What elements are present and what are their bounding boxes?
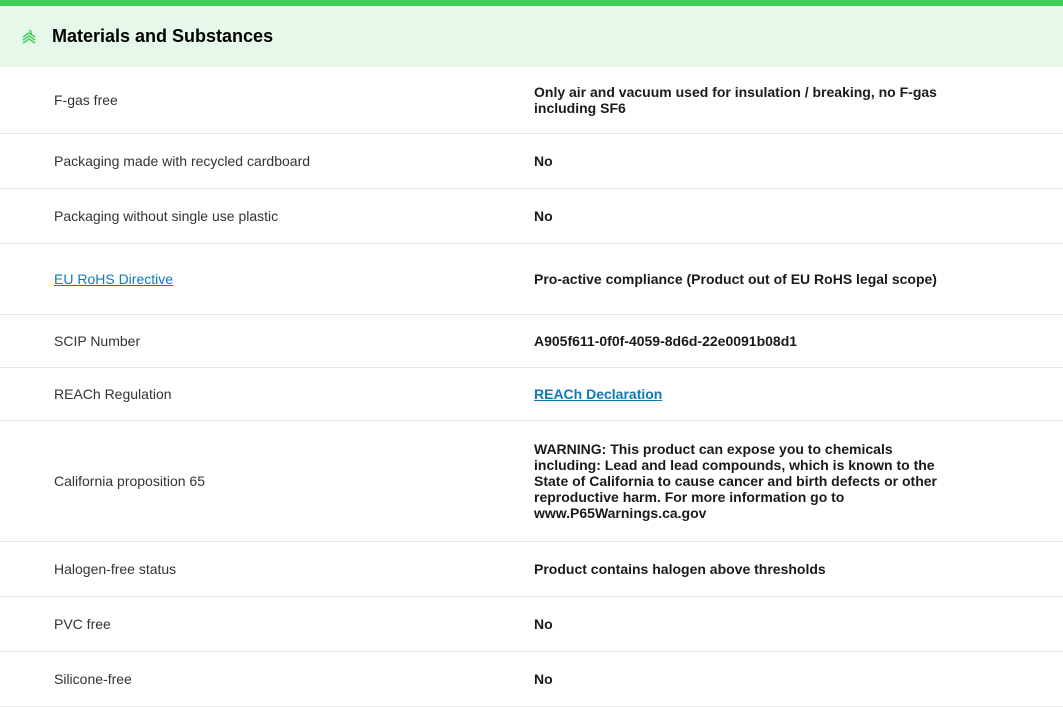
row-label-scip-number: SCIP Number (54, 333, 141, 349)
row-value-single-use-plastic: No (534, 208, 553, 224)
row-value-pvc-free: No (534, 616, 553, 632)
row-label-halogen-free: Halogen-free status (54, 561, 177, 577)
table-row: REACh Regulation REACh Declaration (0, 368, 1063, 421)
table-row: EU RoHS Directive Pro-active compliance … (0, 244, 1063, 315)
table-row: SCIP Number A905f611-0f0f-4059-8d6d-22e0… (0, 315, 1063, 368)
table-row: Packaging without single use plastic No (0, 189, 1063, 244)
table-row: California proposition 65 WARNING: This … (0, 421, 1063, 542)
row-label-reach-regulation: REACh Regulation (54, 386, 172, 402)
reach-declaration-link[interactable]: REACh Declaration (534, 386, 954, 402)
row-value-scip-number: A905f611-0f0f-4059-8d6d-22e0091b08d1 (534, 333, 798, 349)
leaf-layers-icon (20, 28, 38, 46)
row-label-silicone-free: Silicone-free (54, 671, 132, 687)
table-row: F-gas free Only air and vacuum used for … (0, 67, 1063, 134)
row-label-pvc-free: PVC free (54, 616, 111, 632)
row-label-f-gas-free: F-gas free (54, 92, 118, 108)
section-header[interactable]: Materials and Substances (0, 6, 1063, 67)
row-value-halogen-free: Product contains halogen above threshold… (534, 561, 826, 577)
row-value-california-prop-65: WARNING: This product can expose you to … (534, 441, 937, 521)
table-row: Silicone-free No (0, 652, 1063, 707)
eu-rohs-directive-link[interactable]: EU RoHS Directive (54, 271, 173, 287)
row-value-eu-rohs: Pro-active compliance (Product out of EU… (534, 271, 937, 287)
row-label-recycled-cardboard: Packaging made with recycled cardboard (54, 153, 311, 169)
table-row: PVC free No (0, 597, 1063, 652)
table-row: Halogen-free status Product contains hal… (0, 542, 1063, 597)
row-label-single-use-plastic: Packaging without single use plastic (54, 208, 279, 224)
row-value-f-gas-free: Only air and vacuum used for insulation … (534, 84, 937, 116)
section-title: Materials and Substances (52, 26, 274, 46)
row-label-california-prop-65: California proposition 65 (54, 473, 205, 489)
table-row: Packaging made with recycled cardboard N… (0, 134, 1063, 189)
row-value-silicone-free: No (534, 671, 553, 687)
row-value-recycled-cardboard: No (534, 153, 553, 169)
